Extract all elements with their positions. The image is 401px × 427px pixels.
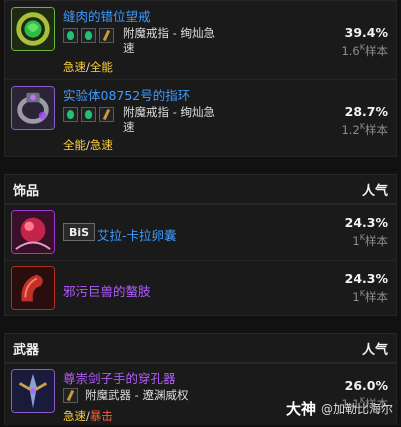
gem-sockets [63, 388, 78, 403]
section-title: 武器 [13, 342, 40, 358]
green-gem-icon [63, 107, 78, 122]
sample-count: 1.6K样本 [341, 43, 388, 59]
gem-sockets [63, 28, 114, 43]
section-title: 饰品 [13, 183, 40, 199]
count-number: 1 [352, 234, 360, 248]
sample-count: 1K样本 [352, 289, 388, 305]
enchant-scroll-icon [63, 388, 78, 403]
stat-haste: 急速 [89, 138, 113, 152]
enchant-text: 附魔戒指 - 绚灿急速 [123, 26, 215, 55]
green-gem-icon [81, 107, 96, 122]
ring-row-2[interactable]: 实验体08752号的指环 附魔戒指 - 绚灿急速 全能/急速 28.7% 1.2… [5, 79, 396, 157]
green-gem-icon [63, 28, 78, 43]
gem-sockets [63, 107, 114, 122]
enchant-text: 附魔武器 - 遼渊威权 [85, 388, 189, 402]
popularity-header[interactable]: 人气 [362, 180, 388, 199]
stat-crit: 暴击 [89, 409, 113, 423]
item-name[interactable]: 艾拉-卡拉卵囊 [97, 225, 177, 244]
enchant-scroll-icon [99, 107, 114, 122]
watermark: 大神 @加勒比海尔 [286, 398, 393, 419]
enchant-text: 附魔戒指 - 绚灿急速 [123, 105, 215, 134]
popularity-percent: 28.7% [344, 104, 388, 119]
count-unit: 样本 [365, 44, 388, 58]
ring-row-1[interactable]: 缝肉的错位望戒 附魔戒指 - 绚灿急速 急速/全能 39.4% 1.6K样本 [5, 1, 396, 79]
popularity-percent: 26.0% [344, 378, 388, 393]
trinkets-panel: 饰品 人气 BiS 艾拉-卡拉卵囊 24.3% 1K样本 邪污巨兽的螯肢 24.… [4, 174, 397, 316]
count-unit: 样本 [365, 123, 388, 137]
green-gem-icon [81, 28, 96, 43]
egg-sac-icon [11, 210, 55, 254]
section-header: 武器 人气 [5, 334, 396, 363]
watermark-logo: 大神 [285, 400, 316, 418]
item-name[interactable]: 缝肉的错位望戒 [63, 6, 151, 25]
trinket-row-2[interactable]: 邪污巨兽的螯肢 24.3% 1K样本 [5, 260, 396, 316]
popularity-percent: 24.3% [344, 215, 388, 230]
count-unit: 样本 [365, 234, 388, 248]
ring-icon [11, 7, 55, 51]
rings-panel: 缝肉的错位望戒 附魔戒指 - 绚灿急速 急速/全能 39.4% 1.6K样本 实… [4, 0, 397, 157]
item-name[interactable]: 实验体08752号的指环 [63, 85, 190, 104]
count-unit: 样本 [365, 290, 388, 304]
stat-haste: 急速 [63, 409, 86, 423]
popularity-header[interactable]: 人气 [362, 339, 388, 358]
count-number: 1 [352, 290, 360, 304]
watermark-handle: @加勒比海尔 [320, 402, 393, 416]
section-header: 饰品 人气 [5, 175, 396, 204]
trinket-row-1[interactable]: BiS 艾拉-卡拉卵囊 24.3% 1K样本 [5, 204, 396, 260]
stat-versatility: 全能 [89, 60, 113, 74]
ring-icon [11, 86, 55, 130]
count-number: 1.6 [341, 44, 360, 58]
bis-badge: BiS [63, 223, 96, 241]
stat-priority: 急速/全能 [63, 59, 113, 75]
claw-icon [11, 266, 55, 310]
item-name[interactable]: 邪污巨兽的螯肢 [63, 281, 151, 300]
item-name[interactable]: 尊崇剑子手的穿孔器 [63, 368, 176, 387]
sample-count: 1K样本 [352, 233, 388, 249]
stat-priority: 急速/暴击 [63, 408, 113, 424]
sample-count: 1.2K样本 [341, 122, 388, 138]
stat-priority: 全能/急速 [63, 137, 113, 153]
popularity-percent: 24.3% [344, 271, 388, 286]
enchant-scroll-icon [99, 28, 114, 43]
count-number: 1.2 [341, 123, 360, 137]
popularity-percent: 39.4% [344, 25, 388, 40]
stat-versatility: 全能 [63, 138, 86, 152]
dagger-icon [11, 369, 55, 413]
stat-haste: 急速 [63, 60, 86, 74]
